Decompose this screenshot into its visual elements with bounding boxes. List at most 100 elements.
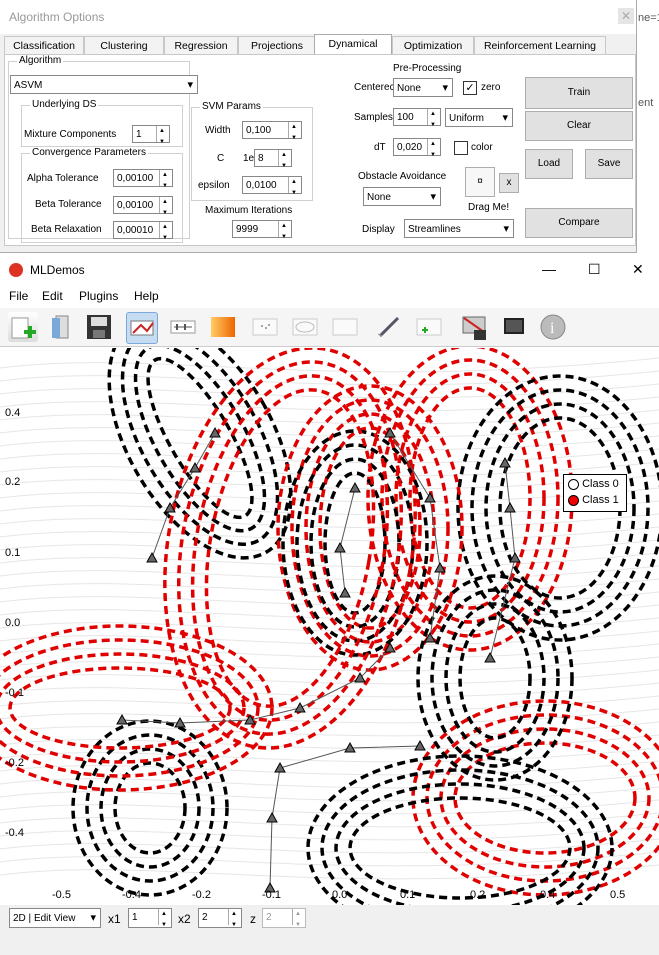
save-button[interactable]: Save <box>585 149 633 179</box>
algorithm-options-icon[interactable] <box>126 312 158 344</box>
display-options-icon[interactable] <box>168 312 198 342</box>
alpha-tolerance-label: Alpha Tolerance <box>27 173 99 184</box>
spin-arrows-icon[interactable] <box>427 135 440 164</box>
width-spinbox[interactable]: 0,100 <box>242 118 302 147</box>
clear-button[interactable]: Clear <box>525 111 633 141</box>
tab-optimization[interactable]: Optimization <box>392 36 474 55</box>
menu-edit[interactable]: Edit <box>42 289 63 303</box>
z-spinbox: 2 <box>262 905 306 934</box>
spin-arrows-icon[interactable] <box>288 173 301 202</box>
max-iterations-value: 9999 <box>236 224 259 235</box>
epsilon-spinbox[interactable]: 0,0100 <box>242 173 302 202</box>
x-tick-label: 0.0 <box>332 889 347 901</box>
maximize-icon[interactable]: ☐ <box>588 261 601 278</box>
samples-spinbox[interactable]: 100 <box>393 105 441 134</box>
load-button[interactable]: Load <box>525 149 573 179</box>
close-icon[interactable]: ✕ <box>618 8 634 24</box>
spray-icon[interactable] <box>250 312 280 342</box>
options-titlebar: Algorithm Options ✕ <box>0 0 636 34</box>
obstacle-avoidance-label: Obstacle Avoidance <box>358 171 447 182</box>
spin-arrows-icon[interactable] <box>159 218 172 247</box>
zero-checkbox[interactable]: ✓ <box>463 81 477 95</box>
underlying-ds-label: Underlying DS <box>30 99 99 110</box>
drawing-tool-icon[interactable] <box>374 312 404 342</box>
z-label: z <box>250 912 256 926</box>
spin-arrows-icon[interactable] <box>288 118 301 147</box>
trajectory <box>121 647 391 724</box>
menu-plugins[interactable]: Plugins <box>79 289 118 303</box>
mldemos-logo-icon <box>9 263 23 277</box>
class0-marker-icon <box>568 478 579 490</box>
dt-spinbox[interactable]: 0,020 <box>393 135 441 164</box>
y-tick-label: -0.4 <box>5 827 24 839</box>
mixture-components-spinbox[interactable]: 1 <box>132 122 170 151</box>
screen-icon[interactable] <box>500 312 530 342</box>
train-button[interactable]: Train <box>525 77 633 109</box>
minimize-icon[interactable]: — <box>542 261 556 277</box>
x2-spinbox[interactable]: 2 <box>198 905 242 934</box>
dt-label: dT <box>374 142 386 153</box>
spin-arrows-icon[interactable] <box>159 193 172 222</box>
new-icon[interactable] <box>8 312 38 342</box>
spin-arrows-icon[interactable] <box>158 905 171 934</box>
contour-line <box>334 782 586 905</box>
spin-arrows-icon[interactable] <box>156 122 169 151</box>
tab-regression[interactable]: Regression <box>164 36 238 55</box>
obstacle-avoidance-select[interactable]: None <box>363 187 441 207</box>
spin-arrows-icon[interactable] <box>228 905 241 934</box>
tab-dynamical[interactable]: Dynamical <box>314 34 392 56</box>
spin-arrows-icon[interactable] <box>278 217 291 246</box>
mixture-components-label: Mixture Components <box>24 129 117 140</box>
x2-value: 2 <box>202 912 208 923</box>
colormap-icon[interactable] <box>208 312 238 342</box>
view-mode-select[interactable]: 2D | Edit View <box>9 908 101 928</box>
algorithm-select[interactable]: ASVM <box>10 75 198 95</box>
trajectory-sample <box>504 501 516 513</box>
streamline <box>0 513 659 529</box>
remove-obstacle-button[interactable]: x <box>499 173 519 193</box>
class1-marker-icon <box>568 494 579 506</box>
compare-button[interactable]: Compare <box>525 208 633 238</box>
tab-clustering[interactable]: Clustering <box>84 36 164 55</box>
samples-mode-select[interactable]: Uniform <box>445 108 513 128</box>
ellipse-icon[interactable] <box>290 312 320 342</box>
color-checkbox[interactable] <box>454 141 468 155</box>
z-value: 2 <box>266 912 272 923</box>
tab-projections[interactable]: Projections <box>238 36 316 55</box>
screenshot-save-icon[interactable] <box>460 312 490 342</box>
spin-arrows-icon[interactable] <box>159 166 172 195</box>
menu-help[interactable]: Help <box>134 289 159 303</box>
info-icon[interactable]: i <box>538 312 568 342</box>
x-tick-label: -0.1 <box>262 889 281 901</box>
beta-tolerance-spinbox[interactable]: 0,00100 <box>113 193 173 222</box>
streamline <box>0 838 659 854</box>
centered-select[interactable]: None <box>393 78 453 98</box>
add-data-icon[interactable] <box>414 312 444 342</box>
save-icon[interactable] <box>84 312 114 342</box>
streamline <box>0 526 659 542</box>
x-tick-label: 0.2 <box>470 889 485 901</box>
open-icon[interactable] <box>46 312 76 342</box>
mixture-components-value: 1 <box>136 129 142 140</box>
spin-arrows-icon[interactable] <box>278 146 291 175</box>
x-tick-label: -0.5 <box>52 889 71 901</box>
display-select[interactable]: Streamlines <box>404 219 514 239</box>
x-tick-label: 0.5 <box>610 889 625 901</box>
beta-relaxation-spinbox[interactable]: 0,00010 <box>113 218 173 247</box>
tab-classification[interactable]: Classification <box>4 36 84 55</box>
contour-line <box>320 768 600 905</box>
menu-file[interactable]: File <box>9 289 28 303</box>
c-spinbox[interactable]: 8 <box>254 146 292 175</box>
blank-canvas-icon[interactable] <box>330 312 360 342</box>
max-iterations-spinbox[interactable]: 9999 <box>232 217 292 246</box>
drag-me-obstacle[interactable]: ¤ <box>465 167 495 197</box>
spin-arrows-icon[interactable] <box>427 105 440 134</box>
close-window-icon[interactable]: ✕ <box>632 261 644 278</box>
alpha-tolerance-spinbox[interactable]: 0,00100 <box>113 166 173 195</box>
dynamics-plot[interactable]: 0.4 0.2 0.1 0.0 -0.1 -0.2 -0.4 -0.5 -0.4 -0.2 -0.1… <box>0 348 659 905</box>
x-tick-label: 0.1 <box>400 889 415 901</box>
bottom-bar: 2D | Edit View x1 1 x2 2 z 2 <box>0 905 659 955</box>
x1-spinbox[interactable]: 1 <box>128 905 172 934</box>
plot-canvas[interactable]: 0.4 0.2 0.1 0.0 -0.1 -0.2 -0.4 -0.5 -0.4 -0.2 -0.1… <box>0 348 659 905</box>
tab-reinforcement-learning[interactable]: Reinforcement Learning <box>474 36 606 55</box>
